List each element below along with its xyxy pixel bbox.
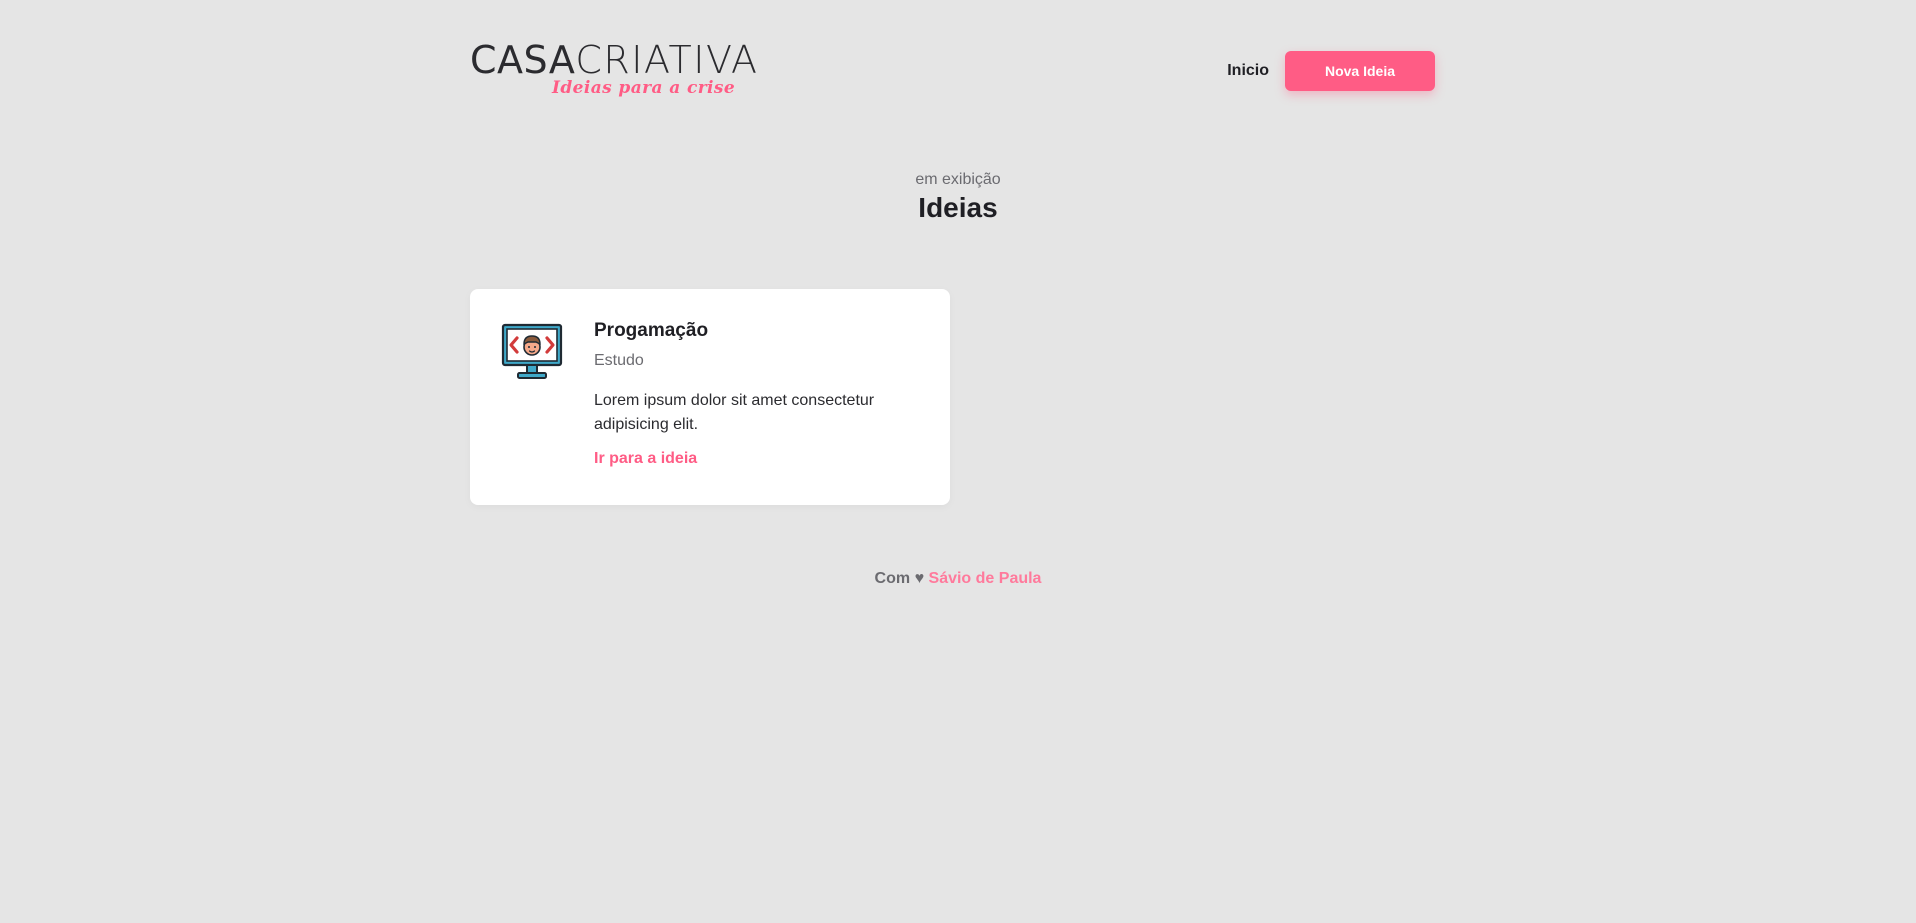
idea-card-body: Progamação Estudo Lorem ipsum dolor sit … [594,319,924,469]
idea-description: Lorem ipsum dolor sit amet consectetur a… [594,392,875,433]
logo[interactable]: CASACRIATIVA Ideias para a crise [470,38,770,104]
site-header: CASACRIATIVA Ideias para a crise Inicio … [470,38,1435,106]
footer-prefix: Com [874,570,911,587]
heart-icon: ♥ [914,570,925,587]
section-subtitle: em exibição [915,171,1001,188]
nav-home-link[interactable]: Inicio [1227,62,1269,80]
site-footer: Com ♥ Sávio de Paula [0,570,1916,588]
idea-card: Progamação Estudo Lorem ipsum dolor sit … [470,289,950,505]
main-nav: Inicio Nova Ideia [1227,51,1435,91]
new-idea-button[interactable]: Nova Ideia [1285,51,1435,91]
ideas-section-header: em exibição Ideias [0,170,1916,225]
author-link[interactable]: Sávio de Paula [929,570,1042,587]
computer-code-icon [500,321,564,385]
page: CASACRIATIVA Ideias para a crise Inicio … [0,0,1916,923]
idea-category: Estudo [594,352,644,369]
idea-title: Progamação [594,320,709,341]
page-title: Ideias [918,192,998,223]
logo-tagline: Ideias para a crise [552,78,736,98]
go-to-idea-link[interactable]: Ir para a ideia [594,449,697,469]
